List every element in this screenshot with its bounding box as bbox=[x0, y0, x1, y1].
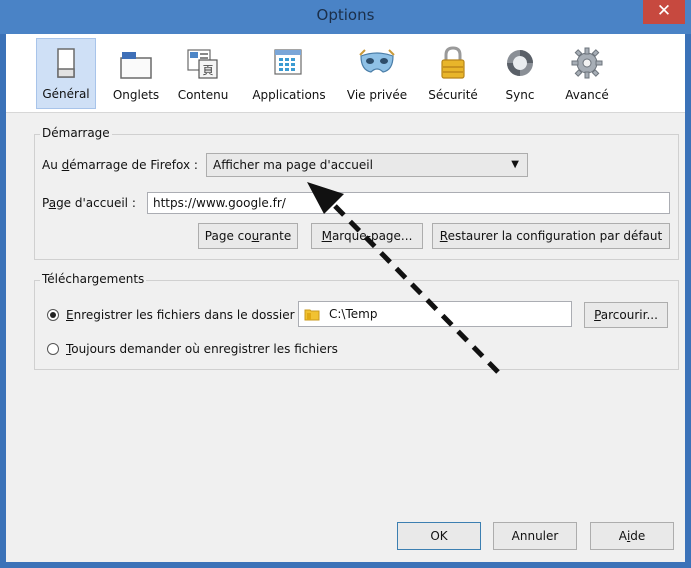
always-ask-radio[interactable] bbox=[47, 343, 59, 355]
tab-securite[interactable]: Sécurité bbox=[420, 38, 486, 109]
use-current-page-button[interactable]: Page courante bbox=[198, 223, 298, 249]
save-to-folder-label: Enregistrer les fichiers dans le dossier bbox=[66, 308, 295, 322]
category-toolbar: Général Onglets 頁 Contenu Applications V… bbox=[6, 34, 685, 113]
tab-label: Applications bbox=[252, 88, 326, 102]
cancel-button[interactable]: Annuler bbox=[493, 522, 577, 550]
tab-label: Sync bbox=[505, 88, 535, 102]
homepage-input[interactable]: https://www.google.fr/ bbox=[147, 192, 670, 214]
general-icon bbox=[57, 48, 75, 78]
startup-select-value: Afficher ma page d'accueil bbox=[213, 158, 373, 172]
tab-label: Avancé bbox=[565, 88, 609, 102]
tab-label: Contenu bbox=[177, 88, 229, 102]
tab-sync[interactable]: Sync bbox=[492, 38, 548, 109]
content-icon: 頁 bbox=[187, 49, 218, 79]
download-folder-path: C:\Temp bbox=[329, 307, 378, 321]
tabs-icon bbox=[120, 52, 152, 79]
applications-icon bbox=[274, 49, 302, 75]
padlock-icon bbox=[441, 46, 465, 79]
startup-group-label: Démarrage bbox=[40, 126, 112, 140]
sync-icon bbox=[507, 50, 533, 76]
privacy-mask-icon bbox=[359, 49, 395, 73]
ok-button[interactable]: OK bbox=[397, 522, 481, 550]
window-title: Options bbox=[316, 6, 375, 24]
browse-button[interactable]: Parcourir... bbox=[584, 302, 668, 328]
download-folder-field[interactable]: C:\Temp bbox=[298, 301, 572, 327]
save-to-folder-radio[interactable] bbox=[47, 309, 59, 321]
tab-applications[interactable]: Applications bbox=[244, 38, 334, 109]
tab-avance[interactable]: Avancé bbox=[554, 38, 620, 109]
restore-default-button[interactable]: Restaurer la configuration par défaut bbox=[432, 223, 670, 249]
downloads-group-label: Téléchargements bbox=[40, 272, 147, 286]
help-button[interactable]: Aide bbox=[590, 522, 674, 550]
close-button[interactable]: ✕ bbox=[643, 0, 685, 24]
title-bar: Options ✕ bbox=[0, 0, 691, 34]
tab-onglets[interactable]: Onglets bbox=[106, 38, 166, 109]
folder-icon bbox=[304, 309, 320, 321]
gear-icon bbox=[571, 47, 603, 79]
tab-general[interactable]: Général bbox=[36, 38, 96, 109]
chevron-down-icon: ▼ bbox=[511, 159, 519, 170]
startup-select[interactable]: Afficher ma page d'accueil ▼ bbox=[206, 153, 528, 177]
homepage-label: Page d'accueil : bbox=[42, 196, 136, 210]
tab-vie-privee[interactable]: Vie privée bbox=[340, 38, 414, 109]
tab-label: Vie privée bbox=[346, 88, 408, 102]
tab-label: Onglets bbox=[112, 88, 160, 102]
svg-text:頁: 頁 bbox=[203, 64, 214, 77]
tab-contenu[interactable]: 頁 Contenu bbox=[170, 38, 236, 109]
tab-label: Général bbox=[42, 87, 90, 101]
always-ask-label: Toujours demander où enregistrer les fic… bbox=[66, 342, 338, 356]
tab-label: Sécurité bbox=[428, 88, 478, 102]
use-bookmark-button[interactable]: Marque-page... bbox=[311, 223, 423, 249]
startup-label: Au démarrage de Firefox : bbox=[42, 158, 198, 172]
